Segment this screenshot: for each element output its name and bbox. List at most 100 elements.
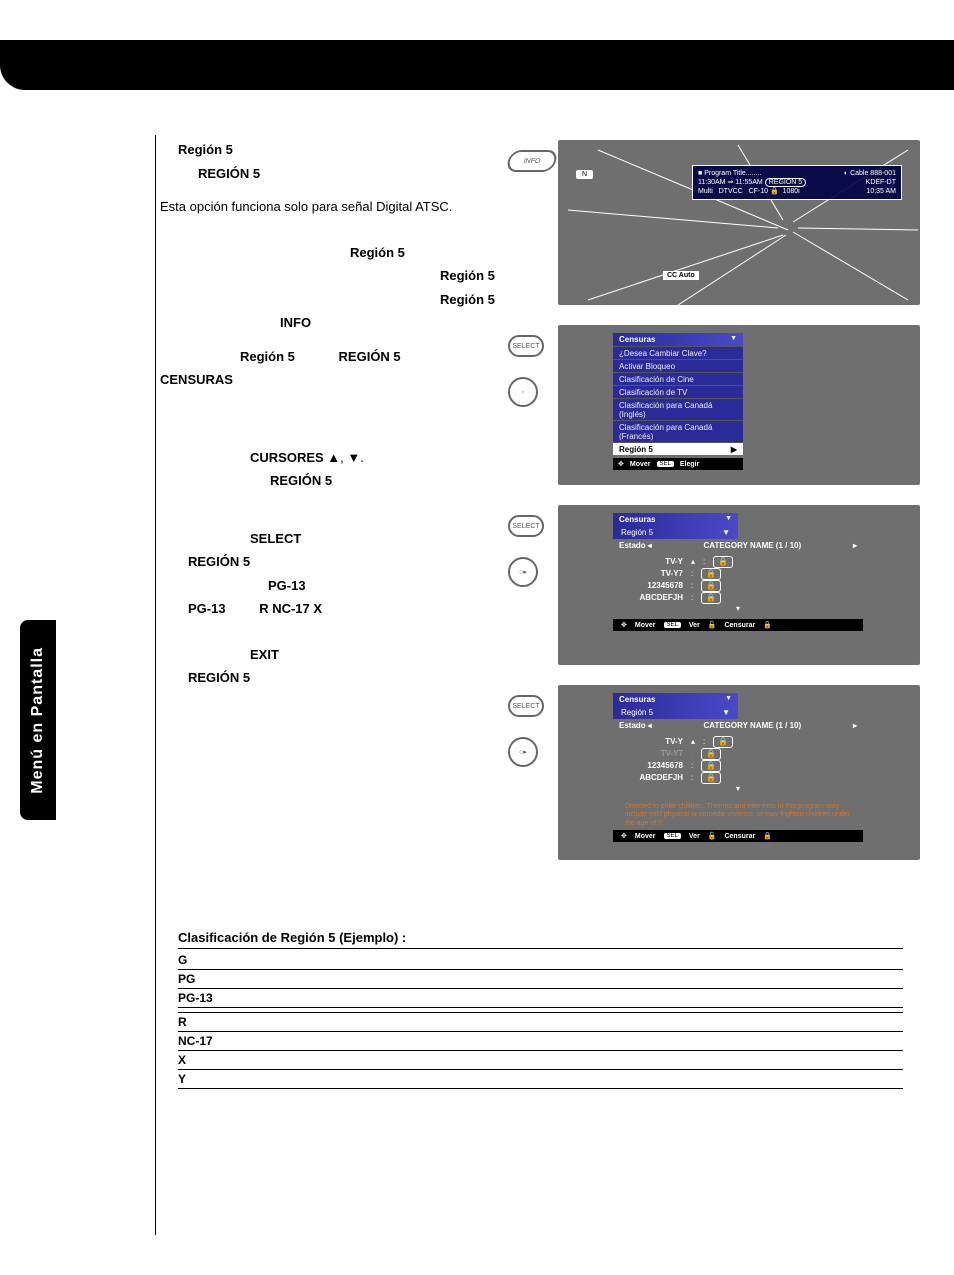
- region-header: Estado ◂ CATEGORY NAME (1 / 10) ▸: [613, 719, 863, 734]
- rating-desc: [238, 1013, 903, 1032]
- table-row: PG: [178, 970, 903, 989]
- rating-row[interactable]: TV-Y▴:🔒: [623, 736, 853, 748]
- title-line2-bold: REGIÓN 5: [198, 166, 260, 181]
- move-icon: ✥: [618, 460, 624, 468]
- s4-b2: REGIÓN 5: [188, 554, 250, 569]
- tv-screenshots: INFO N ■ Program Title........ ◐ Cable 8…: [558, 140, 920, 880]
- down-arrow-icon: ▼: [725, 695, 732, 704]
- lock-icon: 🔒: [713, 556, 733, 568]
- rating-row-dim[interactable]: TV-Y7:🔒: [623, 748, 853, 760]
- lock-icon: 🔒: [701, 760, 721, 772]
- s2-b1: Región 5: [160, 349, 295, 364]
- s3-suf: , ▼.: [340, 450, 364, 465]
- panel-footer: ✥Mover SELVer 🔓Censurar🔒: [613, 830, 863, 842]
- menu-item[interactable]: Activar Bloqueo: [613, 359, 743, 372]
- lock-icon: 🔒: [701, 772, 721, 784]
- menu-footer: ✥ Mover SEL Elegir: [613, 458, 743, 470]
- rating-desc: [238, 970, 903, 989]
- left-arrow-icon: ◂: [648, 721, 652, 730]
- region5-screen-b: SELECT ○▸ Censuras ▼ Región 5 ▼ Estado ◂…: [558, 685, 920, 860]
- row-label: TV-Y7: [623, 568, 683, 580]
- rating-desc: [238, 989, 903, 1008]
- row-label: 12345678: [623, 760, 683, 772]
- s3-b2: REGIÓN 5: [270, 473, 332, 488]
- cc-badge: CC Auto: [663, 271, 699, 280]
- rating-row[interactable]: 12345678:🔒: [623, 580, 853, 592]
- n-indicator: N: [576, 170, 593, 179]
- cursor-button[interactable]: ◦: [508, 377, 538, 407]
- menu-item[interactable]: Clasificación de Cine: [613, 372, 743, 385]
- ib-station: KDEF-DT: [866, 178, 896, 187]
- down-arrow-icon: ▼: [722, 708, 730, 717]
- menu-title: Censuras ▼: [613, 333, 743, 346]
- menu-item[interactable]: Clasificación para Canadá (Francés): [613, 420, 743, 442]
- s2-b2: REGIÓN 5: [299, 349, 401, 364]
- category-name: CATEGORY NAME (1 / 10): [662, 721, 843, 730]
- s4-b3: PG-13: [268, 578, 306, 593]
- right-arrow-icon: ▸: [853, 541, 857, 550]
- estado-label: Estado: [619, 721, 646, 730]
- footer-cens: Censurar: [724, 622, 755, 629]
- down-arrow-icon: ▾: [623, 784, 853, 793]
- ib-program: Program Title........: [704, 170, 761, 177]
- cursor-button[interactable]: ○▸: [508, 737, 538, 767]
- s2b-b: CENSURAS: [160, 372, 233, 387]
- row-label: TV-Y7: [623, 748, 683, 760]
- rating-code: X: [178, 1051, 238, 1070]
- region5-panel-a: Censuras ▼ Región 5 ▼ Estado ◂ CATEGORY …: [613, 513, 863, 631]
- lock-icon: 🔒: [701, 592, 721, 604]
- table-row: X: [178, 1051, 903, 1070]
- rating-desc: [238, 1051, 903, 1070]
- lock-icon: 🔒: [701, 580, 721, 592]
- content-area: Región 5 REGIÓN 5 Esta opción funciona s…: [160, 140, 920, 692]
- select-button[interactable]: SELECT: [508, 695, 544, 717]
- rating-row[interactable]: TV-Y▴:🔒: [623, 556, 853, 568]
- cursor-button[interactable]: ○▸: [508, 557, 538, 587]
- footer-elegir: Elegir: [680, 461, 699, 468]
- censuras-menu-screen: SELECT ◦ Censuras ▼ ¿Desea Cambiar Clave…: [558, 325, 920, 485]
- menu-item[interactable]: Clasificación para Canadá (Inglés): [613, 398, 743, 420]
- lock-icon: 🔒: [763, 832, 772, 840]
- rating-row[interactable]: TV-Y7:🔒: [623, 568, 853, 580]
- s1-b3: Región 5: [440, 292, 495, 307]
- s5-b1: EXIT: [250, 647, 279, 662]
- down-arrow-icon: ▼: [722, 528, 730, 537]
- menu-item[interactable]: ¿Desea Cambiar Clave?: [613, 346, 743, 359]
- table-row: NC-17: [178, 1032, 903, 1051]
- row-label: ABCDEFJH: [623, 592, 683, 604]
- row-label: TV-Y: [623, 556, 683, 568]
- select-button[interactable]: SELECT: [508, 335, 544, 357]
- rating-rows: TV-Y▴:🔒 TV-Y7:🔒 12345678:🔒 ABCDEFJH:🔒 ▾: [613, 734, 863, 799]
- info-button[interactable]: INFO: [505, 150, 559, 172]
- rating-row[interactable]: ABCDEFJH:🔒: [623, 772, 853, 784]
- remote-buttons-3: SELECT ○▸: [508, 515, 544, 587]
- ratings-table-section: Clasificación de Región 5 (Ejemplo) : G …: [178, 930, 903, 1089]
- menu-item-selected[interactable]: Región 5 ▶: [613, 442, 743, 455]
- down-arrow-icon: ▼: [725, 515, 732, 524]
- panel-sub-text: Región 5: [621, 528, 653, 537]
- select-button[interactable]: SELECT: [508, 515, 544, 537]
- info-screen: INFO N ■ Program Title........ ◐ Cable 8…: [558, 140, 920, 305]
- unlock-icon: 🔓: [708, 621, 717, 629]
- up-arrow-icon: ▴: [691, 556, 695, 568]
- footer-ver: Ver: [689, 833, 700, 840]
- panel-title: Censuras ▼: [613, 693, 738, 706]
- right-arrow-icon: ▶: [731, 445, 737, 454]
- footer-ver: Ver: [689, 622, 700, 629]
- region5-panel-b: Censuras ▼ Región 5 ▼ Estado ◂ CATEGORY …: [613, 693, 863, 842]
- desc: Esta opción funciona solo para señal Dig…: [160, 197, 520, 217]
- left-arrow-icon: ◂: [648, 541, 652, 550]
- instruction-text: Región 5 REGIÓN 5 Esta opción funciona s…: [160, 140, 520, 688]
- ib-clock: 10:35 AM: [866, 187, 896, 196]
- rating-code: PG: [178, 970, 238, 989]
- vertical-divider: [155, 135, 156, 1235]
- info-banner: ■ Program Title........ ◐ Cable 888-001 …: [692, 165, 902, 200]
- panel-title-text: Censuras: [619, 515, 655, 524]
- menu-item[interactable]: Clasificación de TV: [613, 385, 743, 398]
- lock-icon: 🔒: [701, 568, 721, 580]
- rating-row[interactable]: ABCDEFJH:🔒: [623, 592, 853, 604]
- sel-key: SEL: [657, 461, 674, 467]
- lock-icon: 🔒: [701, 748, 721, 760]
- table-row: R: [178, 1013, 903, 1032]
- rating-row[interactable]: 12345678:🔒: [623, 760, 853, 772]
